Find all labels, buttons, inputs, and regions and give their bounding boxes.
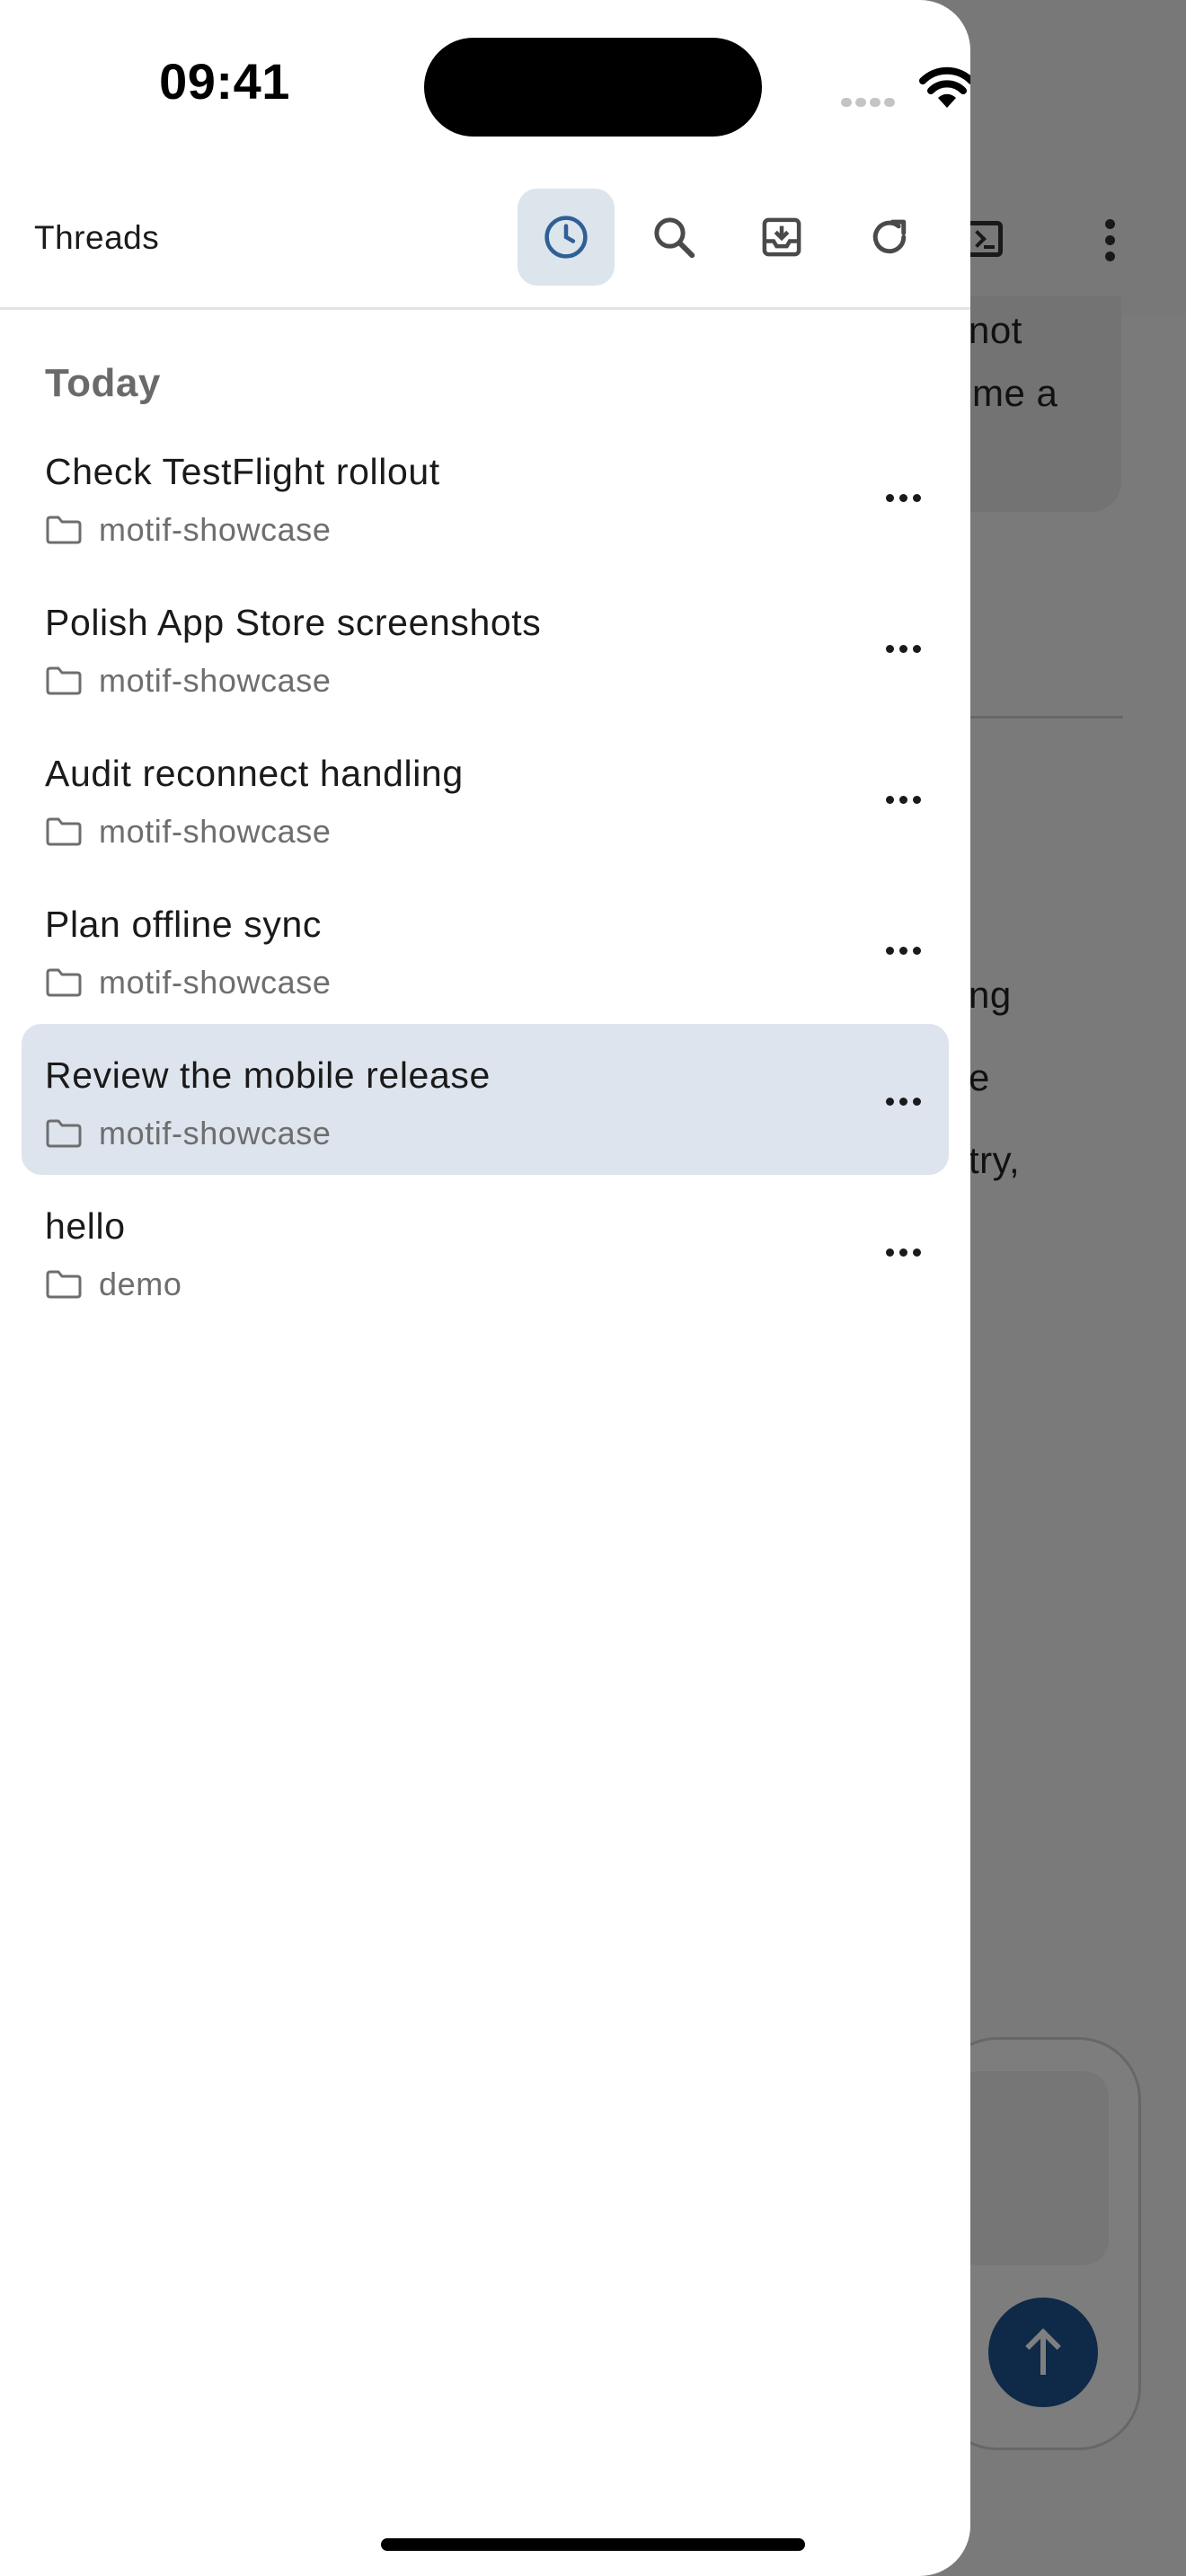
search-button[interactable] xyxy=(625,189,722,286)
refresh-icon xyxy=(872,219,907,254)
thread-item[interactable]: hello demo xyxy=(22,1175,949,1326)
thread-project: motif-showcase xyxy=(99,813,332,850)
thread-more-button[interactable] xyxy=(872,925,934,975)
drawer-title: Threads xyxy=(34,219,160,256)
thread-meta: motif-showcase xyxy=(45,661,331,701)
thread-more-button[interactable] xyxy=(872,623,934,674)
folder-icon xyxy=(46,968,82,997)
clock-icon xyxy=(544,216,588,259)
folder-icon xyxy=(46,1119,82,1148)
thread-title: Review the mobile release xyxy=(45,1054,491,1096)
folder-icon xyxy=(46,666,82,695)
wifi-icon xyxy=(919,66,970,108)
folder-icon xyxy=(46,516,82,544)
thread-more-button[interactable] xyxy=(872,472,934,523)
folder-icon xyxy=(46,817,82,846)
history-button[interactable] xyxy=(518,189,615,286)
thread-item[interactable]: Polish App Store screenshots motif-showc… xyxy=(22,571,949,722)
archive-button[interactable] xyxy=(733,189,830,286)
section-header-today: Today xyxy=(45,361,161,405)
cellular-signal-icon xyxy=(841,95,898,107)
thread-title: hello xyxy=(45,1205,126,1247)
archive-icon xyxy=(762,217,801,257)
thread-title: Polish App Store screenshots xyxy=(45,602,542,643)
thread-project: demo xyxy=(99,1266,182,1302)
thread-title: Check TestFlight rollout xyxy=(45,451,440,492)
thread-meta: motif-showcase xyxy=(45,963,331,1002)
search-icon xyxy=(654,217,695,259)
home-indicator[interactable] xyxy=(381,2538,805,2551)
thread-project: motif-showcase xyxy=(99,1115,332,1151)
thread-meta: motif-showcase xyxy=(45,510,331,550)
folder-icon xyxy=(46,1270,82,1299)
refresh-button[interactable] xyxy=(841,189,938,286)
status-time: 09:41 xyxy=(159,53,290,110)
dynamic-island xyxy=(424,38,762,137)
thread-title: Plan offline sync xyxy=(45,904,323,945)
threads-drawer: 09:41 Threads Today Check TestFlight rol… xyxy=(0,0,970,2576)
thread-meta: demo xyxy=(45,1265,181,1304)
thread-item[interactable]: Check TestFlight rollout motif-showcase xyxy=(22,420,949,571)
thread-item[interactable]: Plan offline sync motif-showcase xyxy=(22,873,949,1024)
thread-title: Audit reconnect handling xyxy=(45,753,464,794)
thread-project: motif-showcase xyxy=(99,964,332,1001)
thread-item[interactable]: Audit reconnect handling motif-showcase xyxy=(22,722,949,873)
thread-project: motif-showcase xyxy=(99,511,332,548)
thread-more-button[interactable] xyxy=(872,1227,934,1277)
thread-item-selected[interactable]: Review the mobile release motif-showcase xyxy=(22,1024,949,1175)
thread-meta: motif-showcase xyxy=(45,1114,331,1153)
thread-more-button[interactable] xyxy=(872,1076,934,1126)
thread-more-button[interactable] xyxy=(872,774,934,825)
appbar-divider xyxy=(0,307,970,310)
thread-project: motif-showcase xyxy=(99,662,332,699)
thread-meta: motif-showcase xyxy=(45,812,331,851)
